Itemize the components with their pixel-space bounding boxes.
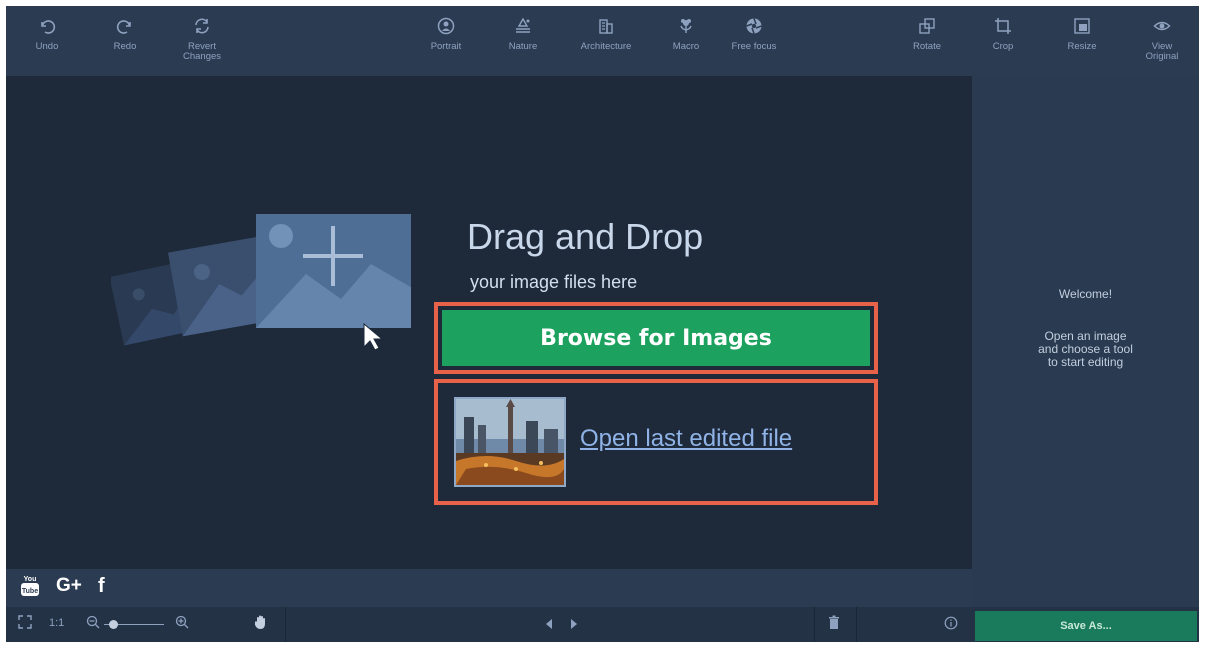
browse-for-images-button[interactable]: Browse for Images <box>442 310 870 366</box>
redo-label: Redo <box>113 41 137 52</box>
portrait-button[interactable]: Portrait <box>411 6 481 76</box>
drag-drop-title: Drag and Drop <box>467 216 704 257</box>
view-original-button[interactable]: View Original <box>1127 6 1197 76</box>
undo-button[interactable]: Undo <box>12 6 82 76</box>
rotate-icon <box>915 14 939 38</box>
divider <box>285 607 286 642</box>
resize-icon <box>1070 14 1094 38</box>
redo-button[interactable]: Redo <box>90 6 160 76</box>
zoom-slider-handle[interactable] <box>108 620 118 629</box>
save-as-button[interactable]: Save As... <box>975 611 1197 641</box>
social-bar: You Tube G+ f <box>6 569 972 607</box>
view-original-label: View Original <box>1145 41 1179 62</box>
architecture-button[interactable]: Architecture <box>571 6 641 76</box>
youtube-icon[interactable]: You Tube <box>20 573 40 604</box>
svg-text:You: You <box>24 576 37 583</box>
free-focus-label: Free focus <box>731 41 777 52</box>
revert-icon <box>190 14 214 38</box>
last-file-thumbnail[interactable] <box>454 397 566 487</box>
drop-area[interactable]: Drag and Drop your image files here Brow… <box>6 76 972 569</box>
portrait-label: Portrait <box>430 41 462 52</box>
open-last-highlight: Open last edited file <box>434 379 878 505</box>
trash-icon[interactable] <box>828 615 840 633</box>
macro-flower-icon <box>674 14 698 38</box>
rotate-label: Rotate <box>913 41 941 52</box>
zoom-in-icon[interactable] <box>175 615 189 632</box>
next-arrow-icon[interactable] <box>569 618 579 633</box>
portrait-icon <box>434 14 458 38</box>
previous-arrow-icon[interactable] <box>544 618 554 633</box>
svg-text:Tube: Tube <box>22 588 38 595</box>
open-last-edited-file-link[interactable]: Open last edited file <box>580 425 792 453</box>
divider <box>814 607 815 642</box>
revert-label: Revert Changes <box>182 41 222 62</box>
google-plus-icon[interactable]: G+ <box>56 575 82 597</box>
browse-highlight: Browse for Images <box>434 302 878 374</box>
eye-icon <box>1150 14 1174 38</box>
facebook-icon[interactable]: f <box>98 575 105 598</box>
welcome-instructions: Open an image and choose a tool to start… <box>1038 329 1133 369</box>
welcome-heading: Welcome! <box>1058 287 1113 301</box>
toolbar: Undo Redo Revert Changes Portrait Nature <box>6 6 1199 76</box>
fit-screen-icon[interactable] <box>18 615 32 632</box>
aperture-icon <box>742 14 766 38</box>
resize-label: Resize <box>1067 41 1097 52</box>
crop-button[interactable]: Crop <box>968 6 1038 76</box>
redo-icon <box>113 14 137 38</box>
image-placeholder-illustration <box>111 214 411 351</box>
info-icon[interactable] <box>944 616 958 633</box>
nature-icon <box>511 14 535 38</box>
bottom-bar: 1:1 Save As... <box>6 607 1199 642</box>
macro-label: Macro <box>672 41 700 52</box>
nature-label: Nature <box>508 41 538 52</box>
drag-drop-subtitle: your image files here <box>470 272 638 292</box>
macro-button[interactable]: Macro <box>651 6 721 76</box>
nature-button[interactable]: Nature <box>488 6 558 76</box>
undo-label: Undo <box>35 41 59 52</box>
architecture-icon <box>594 14 618 38</box>
rotate-button[interactable]: Rotate <box>892 6 962 76</box>
crop-label: Crop <box>992 41 1014 52</box>
resize-button[interactable]: Resize <box>1047 6 1117 76</box>
actual-size-button[interactable]: 1:1 <box>49 617 64 629</box>
undo-icon <box>35 14 59 38</box>
right-panel: Welcome! Open an image and choose a tool… <box>972 76 1199 607</box>
architecture-label: Architecture <box>580 41 632 52</box>
zoom-out-icon[interactable] <box>86 615 100 632</box>
crop-icon <box>991 14 1015 38</box>
revert-changes-button[interactable]: Revert Changes <box>167 6 237 76</box>
app-window: Undo Redo Revert Changes Portrait Nature <box>6 6 1199 642</box>
hand-pan-icon[interactable] <box>254 614 268 633</box>
free-focus-button[interactable]: Free focus <box>719 6 789 76</box>
divider <box>856 607 857 642</box>
